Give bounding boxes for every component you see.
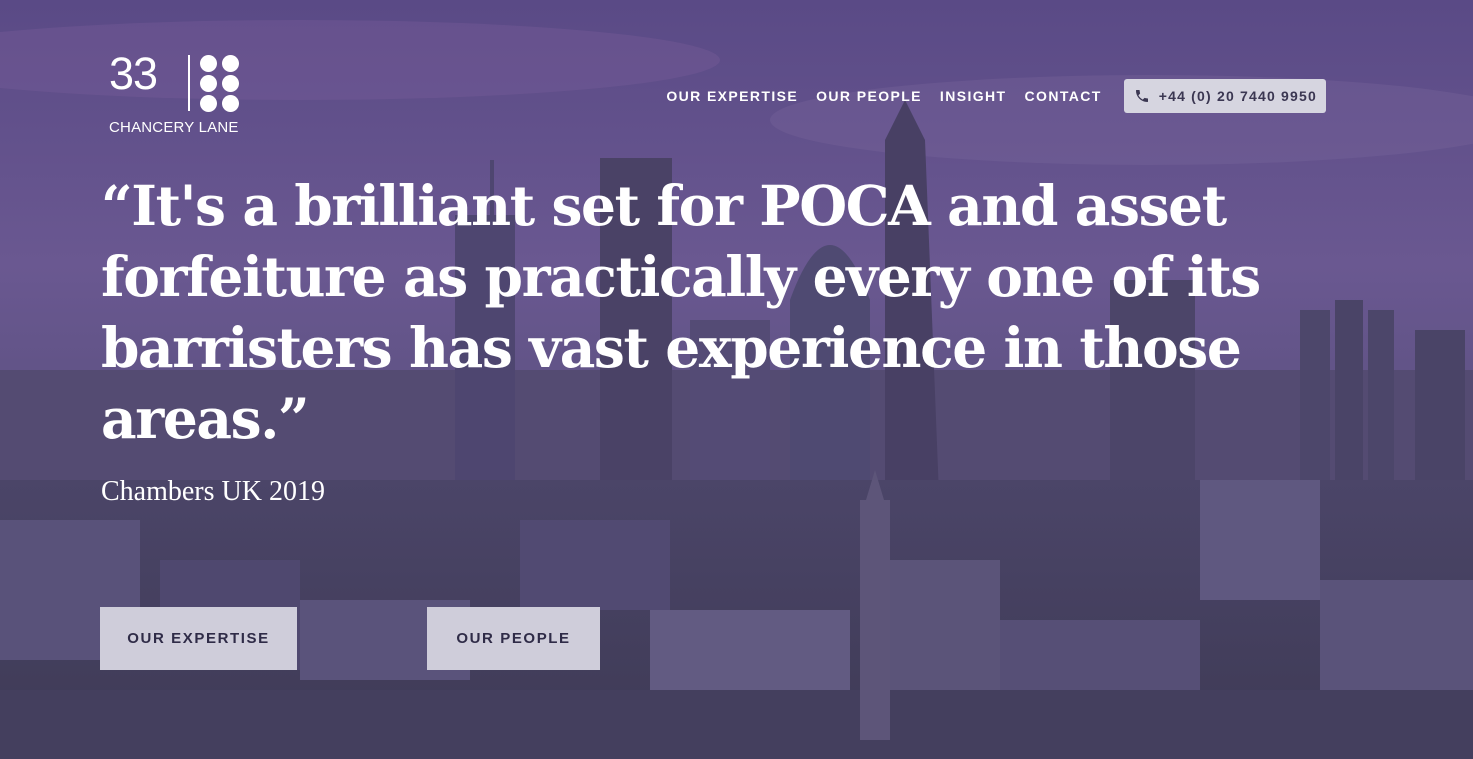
logo-number: 33 <box>109 48 158 99</box>
hero-quote: “It's a brilliant set for POCA and asset… <box>101 173 1261 451</box>
site-logo[interactable]: 33 CHANCERY LANE <box>109 48 249 142</box>
logo-subtitle: CHANCERY LANE <box>109 119 239 136</box>
main-navigation: OUR EXPERTISE OUR PEOPLE INSIGHT CONTACT… <box>666 79 1326 113</box>
phone-button[interactable]: +44 (0) 20 7440 9950 <box>1123 79 1326 113</box>
quote-attribution: Chambers UK 2019 <box>101 476 325 507</box>
nav-item-our-people[interactable]: OUR PEOPLE <box>816 88 922 104</box>
our-expertise-button[interactable]: OUR EXPERTISE <box>100 607 297 670</box>
nav-item-our-expertise[interactable]: OUR EXPERTISE <box>666 88 798 104</box>
logo-divider <box>188 55 190 111</box>
phone-icon <box>1134 88 1150 104</box>
our-people-button[interactable]: OUR PEOPLE <box>427 607 600 670</box>
logo-dots-icon <box>200 55 242 113</box>
nav-item-insight[interactable]: INSIGHT <box>940 88 1007 104</box>
nav-item-contact[interactable]: CONTACT <box>1025 88 1102 104</box>
phone-number: +44 (0) 20 7440 9950 <box>1158 88 1317 104</box>
